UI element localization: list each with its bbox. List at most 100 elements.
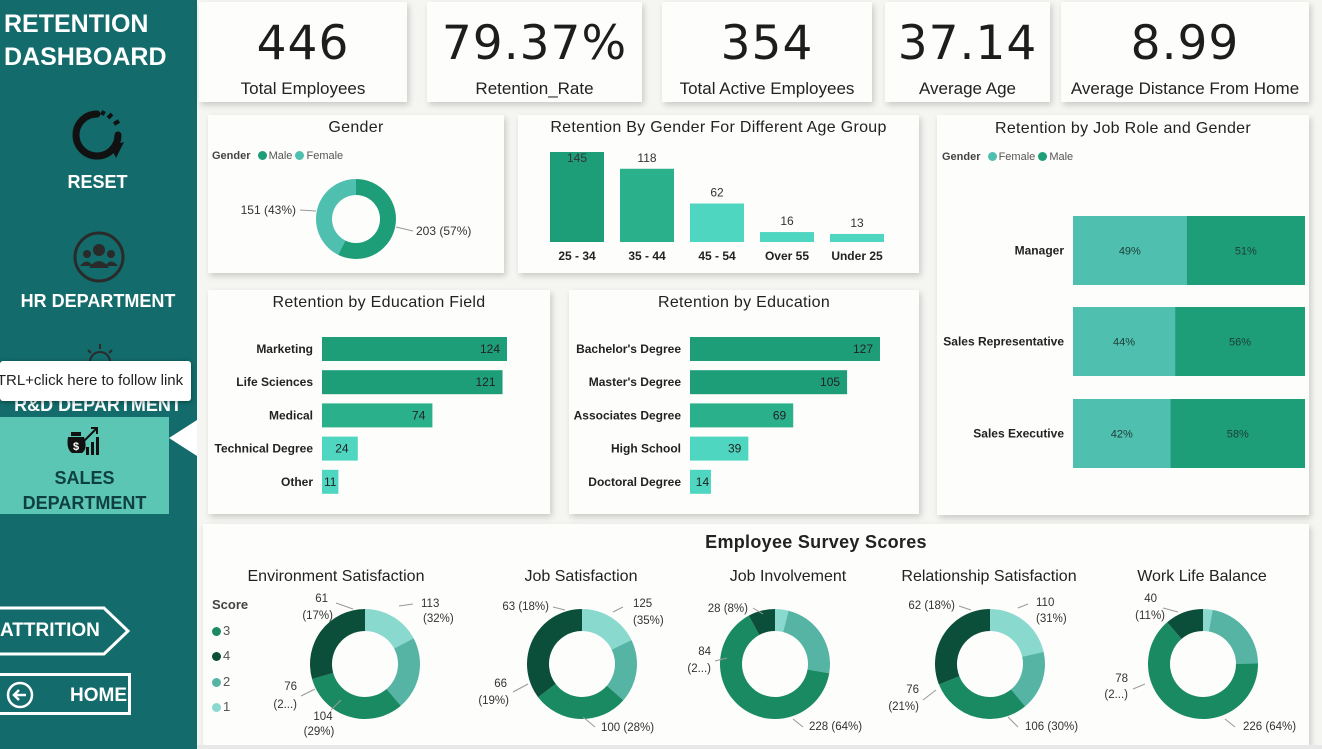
edu-category-label: Associates Degree: [574, 408, 682, 422]
edu-bar: [690, 337, 880, 361]
kpi-value: 37.14: [897, 16, 1038, 71]
field-bar-value: 124: [480, 342, 500, 356]
field-category-label: Life Sciences: [236, 375, 313, 389]
survey-leader-line: [1162, 607, 1179, 613]
attrition-label: ATTRITION: [0, 620, 100, 641]
attrition-button[interactable]: ATTRITION: [0, 606, 134, 661]
reset-button[interactable]: RESET: [60, 172, 135, 193]
gender-donut: 203 (57%) 151 (43%): [241, 179, 471, 259]
field-bar-value: 24: [335, 442, 349, 456]
age-category-label: Over 55: [765, 249, 809, 263]
gender-label-female: 151 (43%): [241, 203, 296, 217]
kpi-average-distance: 8.99 Average Distance From Home: [1061, 2, 1309, 102]
edu-bar-value: 105: [820, 375, 840, 389]
selected-indicator: [169, 420, 197, 456]
role-value-male: 58%: [1227, 429, 1249, 441]
survey-leader-line: [398, 603, 414, 607]
survey-slice-score-2: [1208, 609, 1258, 664]
survey-data-label: 62 (18%): [908, 600, 955, 612]
age-bar: [620, 168, 674, 242]
edu-bar-value: 14: [696, 475, 710, 489]
sidebar: RETENTION DASHBOARD RESET HR DEPARTMENT: [0, 0, 197, 749]
kpi-value: 354: [720, 16, 814, 71]
edu-bar-value: 39: [728, 442, 742, 456]
age-category-label: 35 - 44: [628, 249, 666, 263]
home-label: HOME: [70, 685, 127, 706]
age-category-label: Under 25: [831, 249, 883, 263]
survey-leader-line: [1224, 718, 1236, 728]
page-tab-strip: [197, 745, 1322, 749]
survey-donut-title: Job Satisfaction: [525, 568, 638, 585]
survey-data-label: 76: [906, 684, 919, 696]
survey-donuts: Environment Satisfaction Job Satisfaction…: [248, 568, 1297, 738]
age-group-bar-chart: 145 25 - 34 118 35 - 44 62 45 - 54 16 Over 55 13…: [550, 151, 884, 263]
kpi-label: Average Age: [918, 79, 1017, 98]
field-bar-value: 11: [324, 475, 337, 489]
role-value-female: 49%: [1119, 246, 1141, 258]
survey-donut-title: Job Involvement: [730, 568, 847, 585]
kpi-average-age: 37.14 Average Age: [885, 2, 1050, 102]
survey-data-label: (19%): [478, 695, 509, 707]
survey-data-label: (2...): [273, 699, 297, 711]
survey-donut-title: Environment Satisfaction: [248, 568, 425, 585]
survey-slice-score-3: [938, 676, 1026, 719]
survey-donut-title: Work Life Balance: [1137, 568, 1267, 585]
survey-data-label: 104: [313, 711, 333, 723]
survey-leader-line: [300, 688, 316, 697]
edu-bar-value: 69: [773, 408, 787, 422]
reset-icon[interactable]: [68, 106, 126, 169]
education-bar-chart: 127 Bachelor's Degree 105 Master's Degree 69…: [574, 337, 880, 494]
survey-data-label: 76: [284, 681, 297, 693]
survey-data-label: 125: [633, 598, 652, 610]
survey-data-label: 78: [1115, 673, 1128, 685]
kpi-total-active-employees: 354 Total Active Employees: [662, 2, 872, 102]
survey-data-label: 110: [1036, 597, 1054, 609]
survey-slice-score-2: [783, 610, 830, 674]
hr-department-icon[interactable]: [72, 230, 126, 289]
sales-icon: $: [62, 423, 102, 464]
age-bar: [550, 152, 604, 242]
survey-data-label: 226 (64%): [1243, 721, 1296, 733]
back-arrow-icon: [6, 681, 34, 715]
survey-data-label: (31%): [1036, 613, 1067, 625]
hr-department-button[interactable]: HR DEPARTMENT: [10, 291, 186, 312]
age-category-label: 25 - 34: [558, 249, 596, 263]
survey-data-label: 100 (28%): [601, 722, 654, 734]
role-value-male: 56%: [1229, 337, 1251, 349]
role-category-label: Sales Representative: [943, 335, 1064, 349]
survey-leader-line: [335, 602, 354, 610]
survey-leader-line: [1132, 683, 1146, 690]
age-bar-value: 16: [780, 214, 794, 228]
edu-category-label: Bachelor's Degree: [576, 342, 681, 356]
kpi-value: 446: [256, 16, 350, 71]
survey-data-label: 28 (8%): [708, 603, 748, 615]
survey-data-label: 66: [494, 678, 507, 690]
survey-data-label: 63 (18%): [502, 601, 549, 613]
field-category-label: Other: [281, 475, 313, 489]
survey-data-label: 84: [698, 646, 711, 658]
sales-department-button[interactable]: $ SALES DEPARTMENT: [0, 417, 169, 514]
job-role-stacked-bar-chart: 49% 51% Manager 44% 56% Sales Representative 4…: [943, 216, 1305, 468]
age-bar-value: 145: [567, 151, 587, 165]
age-bar-value: 13: [850, 216, 864, 230]
survey-data-label: (2...): [687, 663, 711, 675]
survey-leader-line: [792, 718, 804, 728]
gender-chart-card: Gender Gender Male Female 203 (57%) 151 (…: [208, 115, 504, 273]
age-bar-value: 118: [637, 151, 656, 165]
education-field-bar-chart: 124 Marketing 121 Life Sciences 74 Medical 24 T…: [215, 337, 507, 494]
field-category-label: Marketing: [256, 342, 313, 356]
age-category-label: 45 - 54: [698, 249, 736, 263]
survey-data-label: 40: [1144, 593, 1157, 605]
role-value-female: 42%: [1111, 429, 1133, 441]
survey-slice-score-4: [935, 609, 990, 685]
role-value-male: 51%: [1235, 246, 1257, 258]
edu-category-label: Doctoral Degree: [588, 475, 681, 489]
survey-data-label: 228 (64%): [809, 721, 862, 733]
survey-data-label: (21%): [888, 701, 919, 713]
survey-leader-line: [612, 606, 624, 613]
survey-card: Employee Survey Scores Score 3 4 2 1 Env…: [203, 524, 1309, 745]
home-button[interactable]: HOME: [0, 673, 131, 715]
survey-slice-score-4: [527, 609, 582, 698]
sales-label-line1: SALES: [54, 468, 115, 488]
survey-data-label: (17%): [302, 610, 333, 622]
